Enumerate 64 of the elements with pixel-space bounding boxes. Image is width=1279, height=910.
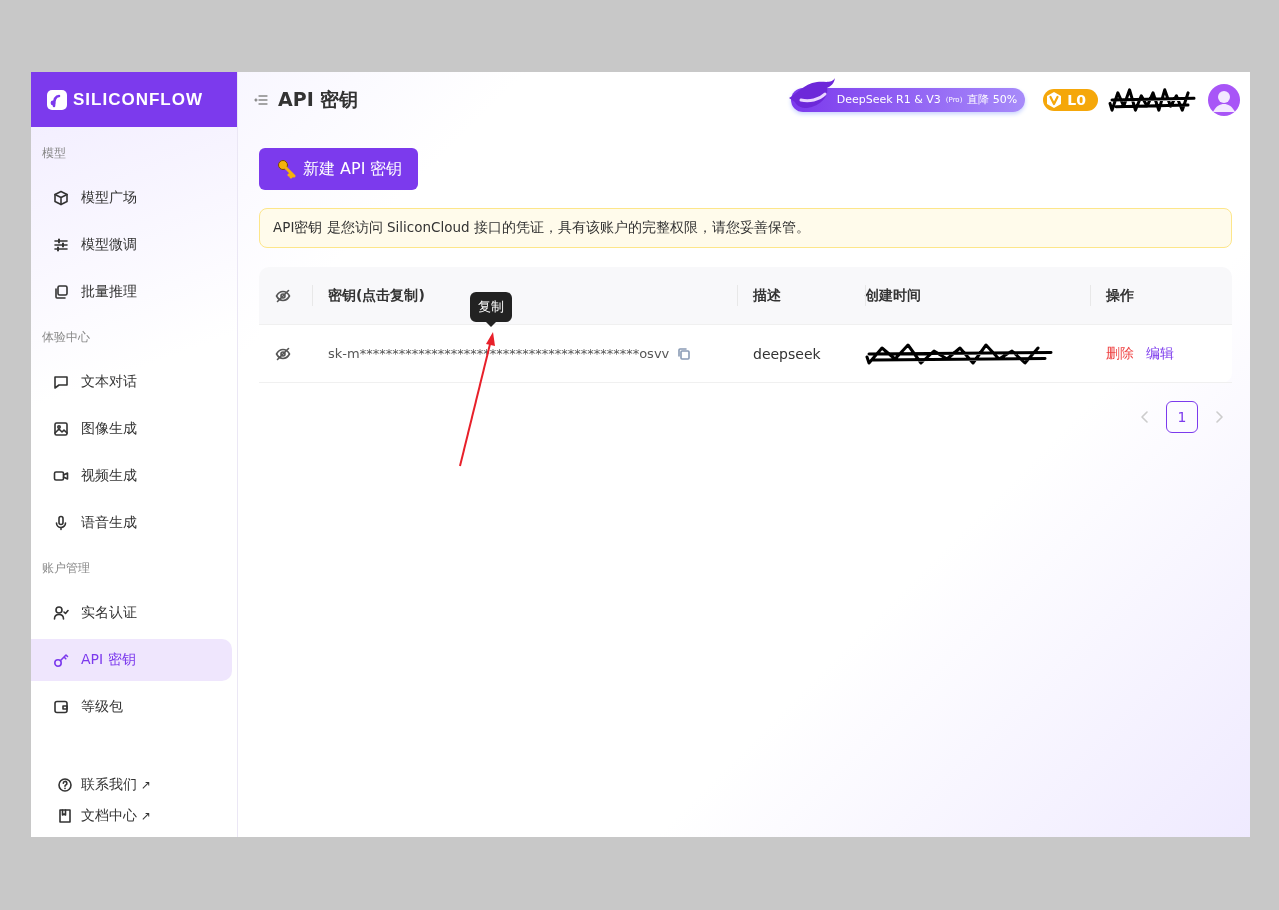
brand-name: SILICONFLOW bbox=[73, 89, 203, 110]
sidebar-item[interactable]: 实名认证 bbox=[31, 592, 232, 634]
cube-icon bbox=[53, 190, 69, 206]
eye-off-icon bbox=[275, 345, 291, 362]
stacked-pages-icon bbox=[53, 284, 69, 300]
sidebar-item-label: 模型微调 bbox=[81, 236, 137, 254]
column-header: 描述 bbox=[737, 267, 865, 324]
sidebar-link-label: 文档中心 bbox=[81, 807, 137, 825]
chat-bubble-icon bbox=[53, 374, 69, 390]
sidebar-item-label: 图像生成 bbox=[81, 420, 137, 438]
sidebar-item-label: 语音生成 bbox=[81, 514, 137, 532]
sidebar-item[interactable]: 视频生成 bbox=[31, 455, 232, 497]
microphone-icon bbox=[53, 515, 69, 531]
help-circle-icon bbox=[57, 777, 73, 793]
external-link-icon: ↗ bbox=[141, 778, 152, 792]
sidebar-item[interactable]: 图像生成 bbox=[31, 408, 232, 450]
table-cell-text: deepseek bbox=[752, 344, 822, 364]
avatar[interactable] bbox=[1208, 83, 1240, 116]
create-key-button[interactable]: 新建 API 密钥 bbox=[259, 148, 419, 190]
sidebar-item[interactable]: API 密钥 bbox=[31, 639, 232, 681]
column-header: 创建时间 bbox=[865, 267, 1090, 324]
page-title: API 密钥 bbox=[278, 86, 359, 112]
column-header: 操作 bbox=[1090, 267, 1232, 324]
wallet-icon bbox=[53, 699, 69, 715]
sidebar-item-label: 实名认证 bbox=[81, 604, 137, 622]
sidebar-item[interactable]: 等级包 bbox=[31, 686, 232, 728]
section-label: 账户管理 bbox=[41, 560, 91, 577]
external-link-icon: ↗ bbox=[141, 809, 152, 823]
edit-link[interactable]: 编辑 bbox=[1146, 344, 1174, 363]
key-icon bbox=[277, 159, 297, 179]
user-check-icon bbox=[53, 605, 69, 621]
tooltip-arrow bbox=[486, 322, 496, 327]
sidebar-item-label: 模型广场 bbox=[81, 189, 137, 207]
delete-link[interactable]: 删除 bbox=[1106, 344, 1134, 363]
sidebar-link-label: 联系我们 bbox=[81, 776, 137, 794]
sidebar-item[interactable]: 语音生成 bbox=[31, 502, 232, 544]
sidebar-link[interactable]: 联系我们 ↗ bbox=[57, 776, 237, 794]
eye-off-icon bbox=[275, 287, 291, 304]
copy-icon bbox=[677, 346, 692, 361]
video-camera-icon bbox=[53, 468, 69, 484]
key-icon bbox=[53, 652, 69, 668]
collapse-menu-icon bbox=[254, 92, 268, 107]
sliders-icon bbox=[53, 237, 69, 253]
sidebar-item[interactable]: 模型微调 bbox=[31, 224, 232, 266]
section-label: 体验中心 bbox=[41, 329, 91, 346]
sidebar-item-label: 视频生成 bbox=[81, 467, 137, 485]
section-label: 模型 bbox=[41, 145, 67, 162]
image-icon bbox=[53, 421, 69, 437]
promo-offer: 直降 50% bbox=[967, 92, 1018, 107]
sidebar-item-label: 文本对话 bbox=[81, 373, 137, 391]
page-button[interactable]: 1 bbox=[1166, 401, 1198, 433]
notice-banner: API密钥 是您访问 SiliconCloud 接口的凭证，具有该账户的完整权限，请您妥善保管。 bbox=[259, 208, 1232, 248]
level-label: L0 bbox=[1067, 91, 1086, 108]
logo-icon bbox=[47, 89, 67, 110]
sidebar-item[interactable]: 文本对话 bbox=[31, 361, 232, 403]
sidebar-item-label: 等级包 bbox=[81, 698, 123, 716]
book-icon bbox=[57, 808, 73, 824]
person-silhouette-icon bbox=[1208, 83, 1240, 116]
sidebar-item[interactable]: 模型广场 bbox=[31, 177, 232, 219]
sidebar-link[interactable]: 文档中心 ↗ bbox=[57, 807, 237, 825]
promo-text: DeepSeek R1 & V3 bbox=[836, 93, 941, 106]
sidebar-item-label: 批量推理 bbox=[81, 283, 137, 301]
sidebar-item-label: API 密钥 bbox=[81, 651, 136, 669]
sidebar-item[interactable]: 批量推理 bbox=[31, 271, 232, 313]
